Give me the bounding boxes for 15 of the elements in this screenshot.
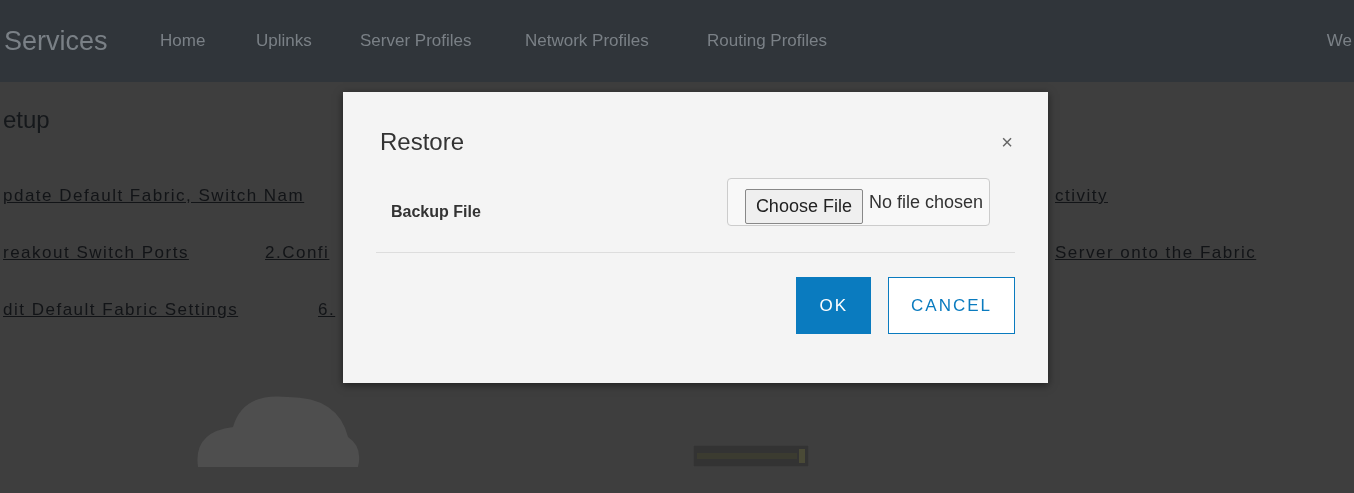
ok-button[interactable]: OK — [796, 277, 872, 334]
field-label: Backup File — [391, 203, 481, 221]
file-status: No file chosen — [868, 191, 983, 213]
nav-link[interactable]: Routing Profiles — [707, 31, 877, 51]
nav-link[interactable]: Network Profiles — [525, 31, 707, 51]
nav-link[interactable]: Server Profiles — [360, 31, 525, 51]
close-button[interactable]: × — [999, 130, 1015, 154]
brand-title: Services — [4, 25, 109, 57]
choose-file-button[interactable]: Choose File — [744, 188, 863, 224]
nav-text: We — [1326, 31, 1353, 51]
dialog-title: Restore — [380, 128, 465, 156]
nav-link[interactable]: Home — [160, 31, 256, 51]
nav-link[interactable]: Uplinks — [256, 31, 360, 51]
cancel-button[interactable]: CANCEL — [888, 277, 1015, 334]
file-input[interactable]: Choose File No file chosen — [726, 178, 990, 226]
